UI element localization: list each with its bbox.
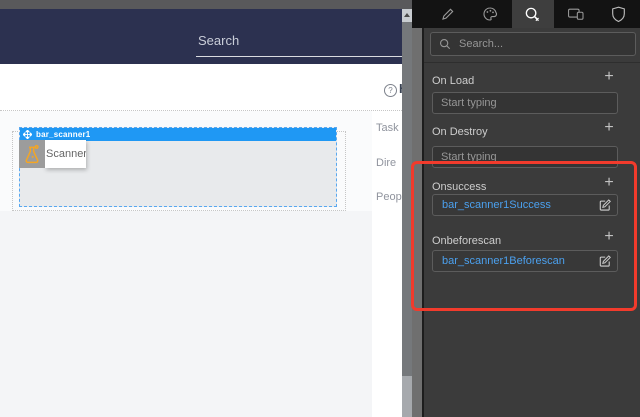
on-destroy-input[interactable]	[432, 146, 618, 168]
panel-tabbar	[412, 0, 640, 28]
edit-onsuccess-button[interactable]	[598, 198, 612, 212]
add-onbeforescan-button[interactable]: +	[601, 229, 617, 245]
edit-onbeforescan-button[interactable]	[598, 254, 612, 268]
canvas-side-label-tasks: Task	[376, 122, 399, 134]
section-label-onbeforescan: Onbeforescan	[432, 231, 501, 249]
add-on-destroy-button[interactable]: +	[601, 120, 617, 136]
canvas-side-label-people: Peop	[376, 191, 402, 203]
scrollbar-thumb[interactable]	[402, 22, 412, 376]
pencil-icon	[440, 7, 455, 22]
navbar-search-underline	[196, 56, 409, 57]
edit-icon	[598, 198, 612, 212]
add-onsuccess-button[interactable]: +	[601, 175, 617, 191]
onbeforescan-field: bar_scanner1Beforescan	[432, 250, 618, 272]
devices-icon	[567, 7, 585, 21]
move-icon[interactable]	[23, 130, 32, 139]
tab-security[interactable]	[597, 0, 640, 28]
chevron-up-icon	[404, 13, 410, 17]
tab-events[interactable]	[512, 0, 555, 28]
canvas-lower-area	[0, 211, 372, 417]
onbeforescan-handler-link[interactable]: bar_scanner1Beforescan	[442, 255, 598, 267]
onsuccess-field: bar_scanner1Success	[432, 194, 618, 216]
tab-devices[interactable]	[554, 0, 597, 28]
window-top-strip	[0, 0, 412, 9]
panel-search-input[interactable]	[457, 37, 611, 51]
panel-search[interactable]	[430, 32, 636, 56]
widget-drag-icon-box	[19, 140, 45, 168]
on-load-input[interactable]	[432, 92, 618, 114]
scrollbar-up-button[interactable]	[402, 9, 412, 22]
search-icon	[439, 38, 451, 50]
widget-drag-label: Scanner	[45, 140, 86, 168]
app-window: Search ? H Task Dire Peop bar_scanner1 S…	[0, 0, 640, 417]
section-label-on-load: On Load	[432, 71, 474, 89]
tab-styles[interactable]	[469, 0, 512, 28]
canvas-side-label-directory: Dire	[376, 157, 396, 169]
add-on-load-button[interactable]: +	[601, 69, 617, 85]
section-label-onsuccess: Onsuccess	[432, 177, 486, 195]
section-label-on-destroy: On Destroy	[432, 122, 488, 140]
tab-markup[interactable]	[426, 0, 469, 28]
navbar-search-label[interactable]: Search	[198, 33, 239, 48]
widget-name-label: bar_scanner1	[36, 130, 90, 139]
events-icon	[524, 6, 541, 23]
edit-icon	[598, 254, 612, 268]
panel-edge-strip	[412, 28, 422, 417]
onsuccess-handler-link[interactable]: bar_scanner1Success	[442, 199, 598, 211]
container-top-dotted-line	[0, 110, 402, 111]
question-circle-icon: ?	[384, 84, 397, 97]
shield-icon	[611, 6, 626, 23]
palette-icon	[482, 6, 498, 22]
panel-divider	[424, 62, 640, 63]
scrollbar-track[interactable]	[402, 376, 412, 417]
scanner-flask-icon	[22, 143, 42, 165]
